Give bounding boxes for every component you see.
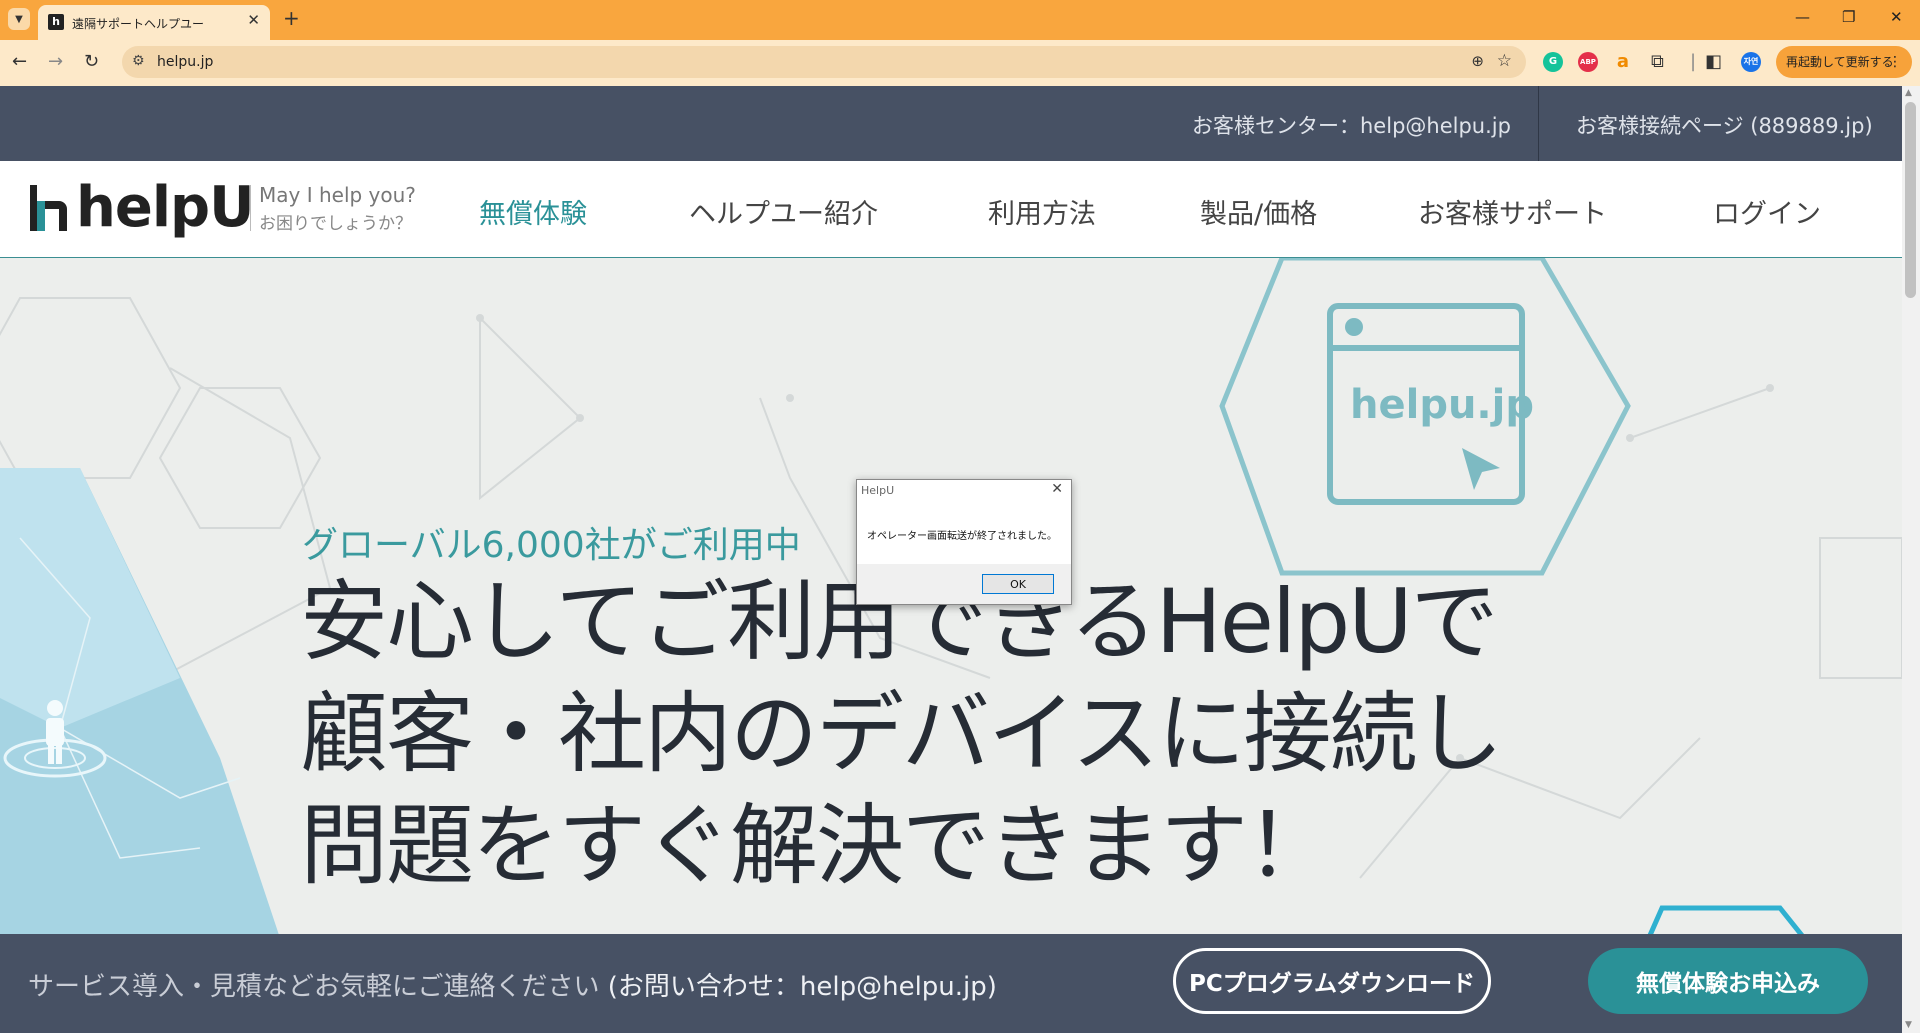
scroll-down-arrow-icon[interactable]: ▼ <box>1905 1020 1912 1030</box>
dialog-ok-button[interactable]: OK <box>982 574 1054 594</box>
chevron-down-icon: ▼ <box>15 13 23 25</box>
dialog-close-icon[interactable]: ✕ <box>1051 481 1063 497</box>
url-text[interactable]: helpu.jp <box>157 54 213 70</box>
back-icon[interactable]: ← <box>12 51 27 72</box>
close-window-icon[interactable]: ✕ <box>1890 8 1903 26</box>
tagline-ja: お困りでしょうか？ <box>259 214 412 234</box>
nav-login[interactable]: ログイン <box>1713 192 1821 231</box>
dialog-footer: OK <box>857 564 1071 604</box>
helpu-alert-dialog: HelpU ✕ オペレーター画面転送が終了されました。 OK <box>856 479 1072 605</box>
extensions-puzzle-icon[interactable]: ⧉ <box>1651 51 1664 72</box>
more-menu-icon[interactable]: ⋮ <box>1888 46 1902 78</box>
translate-icon[interactable]: 자연 <box>1741 52 1761 72</box>
forward-icon[interactable]: → <box>48 51 63 72</box>
site-header: helpU May I help you? お困りでしょうか？ 無償体験 ヘルプ… <box>0 161 1902 258</box>
restart-label: 再起動して更新する <box>1786 55 1894 69</box>
browser-tab[interactable]: h 遠隔サポートヘルプユー ✕ <box>38 5 270 40</box>
site-top-bar: お客様センター：help@helpu.jp お客様接続ページ (889889.j… <box>0 86 1902 161</box>
bookmark-star-icon[interactable]: ☆ <box>1497 51 1512 71</box>
nav-products-pricing[interactable]: 製品/価格 <box>1200 192 1317 231</box>
nav-about[interactable]: ヘルプユー紹介 <box>689 192 878 231</box>
toolbar-divider: | <box>1690 51 1697 72</box>
dialog-message: オペレーター画面転送が終了されました。 <box>867 531 1057 542</box>
nav-free-trial[interactable]: 無償体験 <box>479 192 587 231</box>
restart-update-button[interactable]: 再起動して更新する ⋮ <box>1776 46 1912 78</box>
side-panel-icon[interactable]: ◧ <box>1705 51 1722 72</box>
hero-title: 安心してご利用できるHelpUで 顧客・社内のデバイスに接続し 問題をすぐ解決で… <box>300 566 1503 902</box>
contact-text: サービス導入・見積などお気軽にご連絡ください <box>28 972 600 1002</box>
amazon-icon[interactable]: a <box>1613 52 1633 72</box>
address-bar[interactable]: ⚙ helpu.jp ⊕ ☆ <box>122 46 1526 78</box>
free-trial-apply-button[interactable]: 無償体験お申込み <box>1588 948 1868 1014</box>
hero-subtitle: グローバル6,000社がご利用中 <box>302 525 801 566</box>
pc-download-button[interactable]: PCプログラムダウンロード <box>1173 948 1491 1014</box>
topbar-divider <box>1538 86 1539 161</box>
restore-icon[interactable]: ❐ <box>1842 8 1855 26</box>
zoom-icon[interactable]: ⊕ <box>1471 52 1484 70</box>
logo-wordmark[interactable]: helpU <box>76 175 255 240</box>
close-tab-icon[interactable]: ✕ <box>247 11 260 29</box>
grammarly-icon[interactable]: G <box>1543 52 1563 72</box>
hero-title-line-3: 問題をすぐ解決できます！ <box>300 794 1334 897</box>
scroll-up-arrow-icon[interactable]: ▲ <box>1905 88 1912 98</box>
scrollbar-thumb[interactable] <box>1905 102 1916 298</box>
sticky-contact-bar: サービス導入・見積などお気軽にご連絡ください (お問い合わせ：help@help… <box>0 934 1902 1033</box>
site-info-icon[interactable]: ⚙ <box>132 53 145 69</box>
helpu-logo-icon[interactable] <box>28 183 70 233</box>
illustration-url-text: helpu.jp <box>1350 382 1534 428</box>
contact-message: サービス導入・見積などお気軽にご連絡ください (お問い合わせ：help@help… <box>28 966 997 1003</box>
logo-divider <box>250 185 251 231</box>
tagline-en: May I help you? <box>259 183 416 207</box>
adblock-icon[interactable]: ABP <box>1578 52 1598 72</box>
tab-search-button[interactable]: ▼ <box>8 8 30 30</box>
nav-support[interactable]: お客様サポート <box>1418 192 1607 231</box>
hero-title-line-2: 顧客・社内のデバイスに接続し <box>300 682 1503 785</box>
minimize-icon[interactable]: — <box>1795 8 1810 26</box>
contact-email[interactable]: (お問い合わせ：help@helpu.jp) <box>608 972 997 1002</box>
new-tab-button[interactable]: + <box>283 6 300 30</box>
reload-icon[interactable]: ↻ <box>84 51 99 72</box>
helpu-favicon-icon: h <box>48 14 64 30</box>
browser-tab-bar: ▼ h 遠隔サポートヘルプユー ✕ + — ❐ ✕ <box>0 0 1920 40</box>
nav-usage[interactable]: 利用方法 <box>988 192 1096 231</box>
customer-connect-link[interactable]: お客様接続ページ (889889.jp) <box>1576 110 1873 140</box>
tab-title: 遠隔サポートヘルプユー <box>72 17 205 31</box>
dialog-title: HelpU <box>861 484 895 497</box>
support-center-link[interactable]: お客様センター：help@helpu.jp <box>1192 110 1511 140</box>
browser-toolbar: ← → ↻ ⚙ helpu.jp ⊕ ☆ G ABP a ⧉ | ◧ 자연 再起… <box>0 40 1920 86</box>
